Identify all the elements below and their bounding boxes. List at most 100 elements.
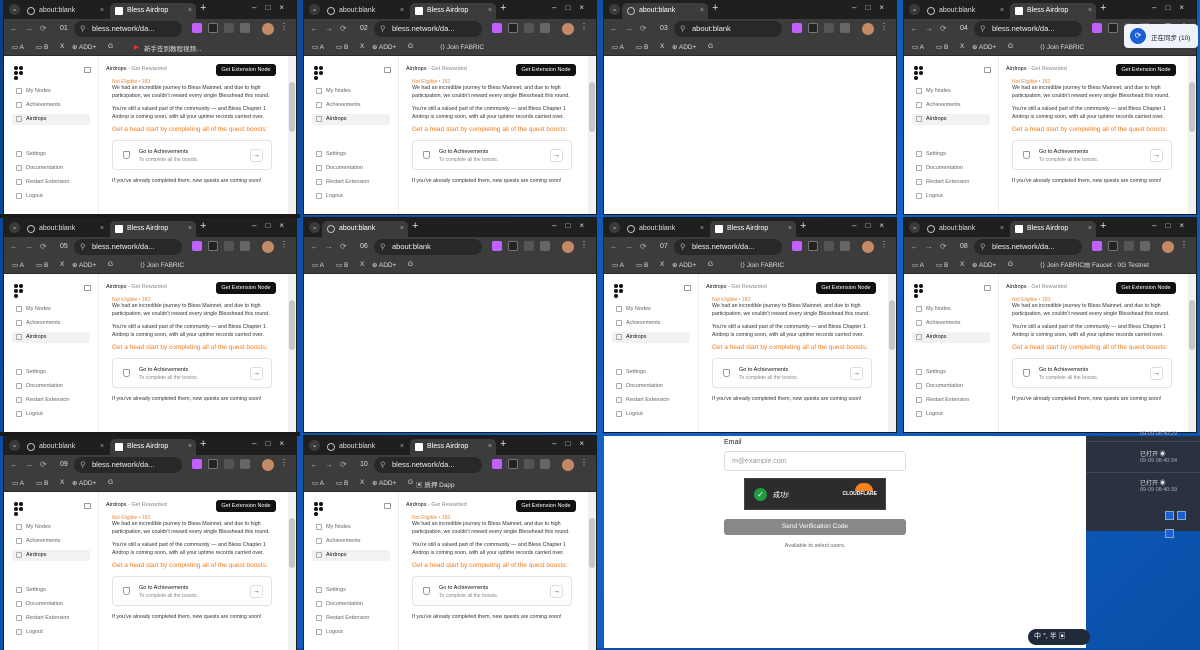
avatar[interactable] [262, 23, 274, 35]
sidebar-item-logout[interactable]: Logout [912, 409, 990, 420]
get-extension-node-button[interactable]: Get Extension Node [516, 500, 576, 512]
bookmark-folder-b[interactable]: ▭ B [36, 261, 48, 269]
address-bar[interactable]: ⚲ bless.network/da... [974, 21, 1082, 37]
close-icon[interactable]: × [100, 439, 104, 454]
extension-icons[interactable] [192, 459, 256, 471]
sidebar-item-restart-extension[interactable]: Restart Extension [312, 613, 390, 624]
bookmark-x[interactable]: X [360, 43, 364, 50]
extension-icon[interactable] [524, 241, 534, 251]
extension-icon[interactable] [492, 459, 502, 469]
bookmark-folder-a[interactable]: ▭ A [912, 43, 924, 51]
bookmark-g[interactable]: G [708, 261, 713, 268]
close-icon[interactable]: × [1000, 3, 1004, 18]
arrow-right-icon[interactable]: → [250, 585, 263, 598]
avatar[interactable] [862, 23, 874, 35]
sidebar-item-settings[interactable]: Settings [12, 149, 90, 160]
nav-buttons[interactable]: ←→⟳ [310, 242, 354, 251]
extension-icon[interactable] [524, 23, 534, 33]
arrow-right-icon[interactable]: → [250, 149, 263, 162]
extension-icon[interactable] [524, 459, 534, 469]
sync-notification[interactable]: ⟳ 正在同步 (10) [1124, 24, 1198, 48]
window-controls[interactable]: –□× [252, 3, 293, 12]
sidebar-item-achievements[interactable]: Achievements [912, 318, 990, 329]
address-bar[interactable]: ⚲ bless.network/da... [74, 239, 182, 255]
extension-icon[interactable] [824, 241, 834, 251]
sidebar-item-achievements[interactable]: Achievements [612, 318, 690, 329]
list-item[interactable]: 已打开 ◉ 09-09 08:40:39 [1140, 478, 1177, 493]
sidebar-toggle-icon[interactable] [984, 67, 991, 73]
tab-search-button[interactable]: ⌄ [909, 4, 920, 15]
close-icon[interactable]: × [100, 3, 104, 18]
nav-buttons[interactable]: ←→⟳ [10, 24, 54, 33]
sidebar-item-airdrops[interactable]: Airdrops [912, 114, 990, 125]
nav-buttons[interactable]: ←→⟳ [310, 460, 354, 469]
extension-icon[interactable] [208, 459, 218, 469]
bookmark-x[interactable]: X [360, 261, 364, 268]
arrow-right-icon[interactable]: → [1150, 149, 1163, 162]
tab-search-button[interactable]: ⌄ [309, 222, 320, 233]
sidebar-item-airdrops[interactable]: Airdrops [312, 550, 390, 561]
sidebar-item-documentation[interactable]: Documentation [312, 163, 390, 174]
sidebar-item-restart-extension[interactable]: Restart Extension [912, 395, 990, 406]
address-bar[interactable]: ⚲ bless.network/da... [374, 457, 482, 473]
bookmark-folder-a[interactable]: ▭ A [612, 261, 624, 269]
bookmark-folder-a[interactable]: ▭ A [12, 43, 24, 51]
extension-icon[interactable] [808, 241, 818, 251]
bookmark-fabric[interactable]: ⟨⟩ Join FABRIC [1040, 261, 1084, 269]
sidebar-item-settings[interactable]: Settings [12, 585, 90, 596]
get-extension-node-button[interactable]: Get Extension Node [216, 64, 276, 76]
email-input[interactable]: m@example.com [724, 451, 906, 471]
extension-icon[interactable] [192, 23, 202, 33]
extension-icons[interactable] [192, 23, 256, 35]
extension-icon[interactable] [192, 459, 202, 469]
puzzle-icon[interactable] [1140, 241, 1150, 251]
extension-icons[interactable] [1092, 241, 1156, 253]
extension-icon[interactable] [792, 23, 802, 33]
extension-icon[interactable] [808, 23, 818, 33]
nav-buttons[interactable]: ←→⟳ [910, 24, 954, 33]
extension-icon[interactable] [1092, 23, 1102, 33]
sidebar-item-restart-extension[interactable]: Restart Extension [12, 395, 90, 406]
sidebar-item-airdrops[interactable]: Airdrops [12, 114, 90, 125]
new-tab-button[interactable]: + [800, 220, 806, 232]
sidebar-item-my-nodes[interactable]: My Nodes [12, 304, 90, 315]
tab-about-blank[interactable]: about:blank × [22, 221, 108, 237]
tab-about-blank[interactable]: about:blank × [322, 221, 408, 237]
new-tab-button[interactable]: + [500, 2, 506, 14]
tab-about-blank[interactable]: about:blank × [922, 3, 1008, 19]
sidebar-item-airdrops[interactable]: Airdrops [612, 332, 690, 343]
get-extension-node-button[interactable]: Get Extension Node [216, 500, 276, 512]
cloudflare-widget[interactable]: ✓ 成功! CLOUDFLARE [744, 478, 886, 510]
get-extension-node-button[interactable]: Get Extension Node [816, 282, 876, 294]
address-bar[interactable]: ⚲ bless.network/da... [974, 239, 1082, 255]
sidebar-item-my-nodes[interactable]: My Nodes [12, 86, 90, 97]
extension-icon[interactable] [508, 459, 518, 469]
sidebar-item-documentation[interactable]: Documentation [912, 163, 990, 174]
achievements-card[interactable]: Go to Achievements To complete all the bo… [412, 576, 572, 606]
extension-icon[interactable] [208, 241, 218, 251]
close-icon[interactable]: × [188, 439, 192, 454]
window-controls[interactable]: –□× [852, 3, 893, 12]
sidebar-item-my-nodes[interactable]: My Nodes [912, 304, 990, 315]
bookmark-g[interactable]: G [1008, 261, 1013, 268]
youtube-icon[interactable]: ▶ [134, 43, 139, 51]
window-controls[interactable]: –□× [552, 221, 593, 230]
list-item[interactable]: 已打开 ◉ 09-09 08:40:34 [1140, 449, 1177, 464]
bookmark-x[interactable]: X [660, 261, 664, 268]
sidebar-item-restart-extension[interactable]: Restart Extension [912, 177, 990, 188]
arrow-right-icon[interactable]: → [550, 585, 563, 598]
bookmark-folder-b[interactable]: ▭ B [336, 261, 348, 269]
bookmark-g[interactable]: G [408, 261, 413, 268]
avatar[interactable] [562, 241, 574, 253]
bookmark-x[interactable]: X [960, 43, 964, 50]
close-icon[interactable]: × [488, 3, 492, 18]
window-controls[interactable]: –□× [252, 221, 293, 230]
tab-about-blank[interactable]: about:blank × [922, 221, 1008, 237]
window-controls[interactable]: –□× [552, 439, 593, 448]
bookmark-folder-b[interactable]: ▭ B [936, 261, 948, 269]
menu-icon[interactable]: ⋮ [280, 458, 288, 467]
achievements-card[interactable]: Go to Achievements To complete all the bo… [1012, 358, 1172, 388]
new-tab-button[interactable]: + [1100, 2, 1106, 14]
scrollbar[interactable] [588, 56, 596, 214]
extension-icons[interactable] [492, 241, 556, 253]
